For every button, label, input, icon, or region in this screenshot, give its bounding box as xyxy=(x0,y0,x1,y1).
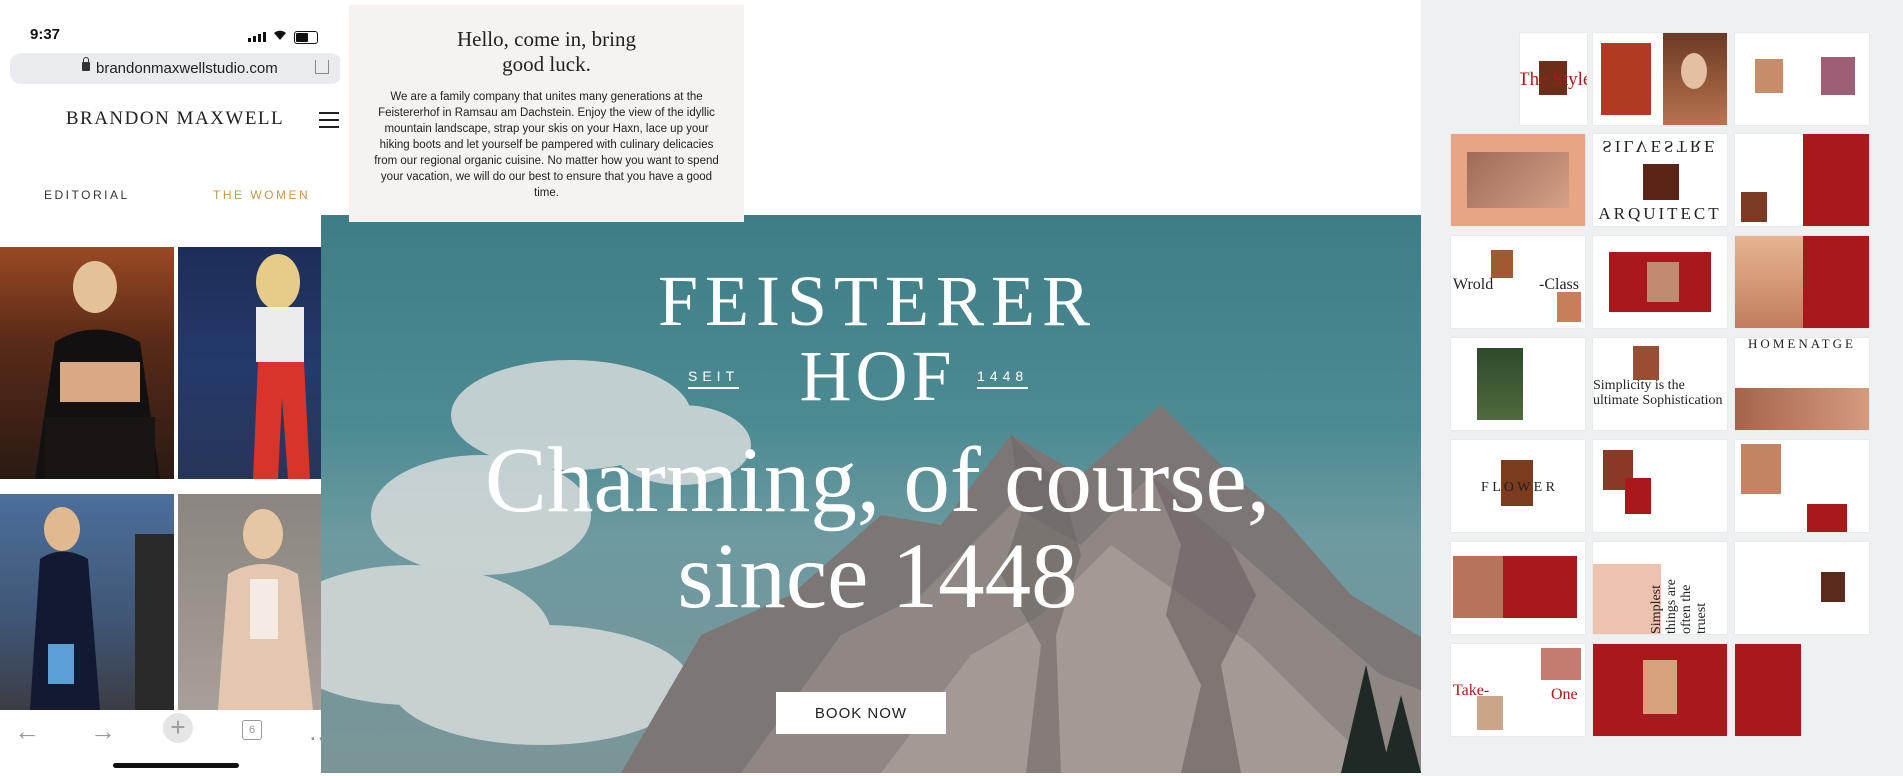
forward-icon[interactable]: → xyxy=(90,716,116,747)
spread-red-full[interactable] xyxy=(1593,644,1727,736)
new-tab-icon[interactable]: + xyxy=(163,713,193,743)
spread-simplest[interactable]: Simplest things are often the truest xyxy=(1593,542,1727,634)
spread-world-class[interactable]: Wrold -Class xyxy=(1451,236,1585,328)
status-time: 9:37 xyxy=(30,26,61,43)
spread-red-cover[interactable] xyxy=(1735,644,1801,736)
address-bar[interactable]: brandonmaxwellstudio.com xyxy=(10,53,340,84)
hero-headline: Charming, of course, since 1448 xyxy=(484,429,1271,628)
spread-red-side[interactable] xyxy=(1735,134,1869,226)
battery-icon xyxy=(294,30,318,44)
signal-icon xyxy=(248,32,266,42)
spread-homenatge-2[interactable]: HOMENATGE xyxy=(1735,338,1869,430)
welcome-heading: Hello, come in, bring good luck. xyxy=(456,27,637,76)
browser-toolbar: ← → + 6 … xyxy=(0,710,340,750)
brand-logo-line1: FEISTERER xyxy=(657,261,1098,341)
url-text: brandonmaxwellstudio.com xyxy=(96,60,278,77)
spread-red-duo[interactable] xyxy=(1593,236,1727,328)
spread-homenatge[interactable] xyxy=(1735,236,1869,328)
spread-silvestre[interactable]: SILVESTRE ARQUITECT xyxy=(1593,134,1727,226)
home-indicator xyxy=(113,763,239,768)
photo-tile-1[interactable] xyxy=(0,247,174,479)
welcome-text: We are a family company that unites many… xyxy=(374,91,719,199)
tab-editorial[interactable]: EDITORIAL xyxy=(44,188,130,202)
site-logo[interactable]: BRANDON MAXWELL xyxy=(0,108,340,130)
photo-tile-2[interactable] xyxy=(178,247,340,479)
spread-face-red[interactable] xyxy=(1451,542,1585,634)
spread-take-one[interactable]: Take- One xyxy=(1451,644,1585,736)
spread-face[interactable] xyxy=(1735,33,1869,125)
menu-icon[interactable] xyxy=(319,112,339,128)
magazine-layout-grid: The Style SILVESTRE ARQUITECT Wrold -Cla… xyxy=(1421,0,1903,776)
spread-flower[interactable]: F L O W E R xyxy=(1451,440,1585,532)
spread-red-blocks[interactable] xyxy=(1593,440,1727,532)
year-label: 1448 xyxy=(977,368,1029,389)
lock-icon xyxy=(82,57,90,71)
hero-banner: FEISTERER SEIT HOF 1448 Charming, of cou… xyxy=(321,215,1434,773)
wifi-icon xyxy=(272,28,288,46)
spread-runner[interactable] xyxy=(1451,338,1585,430)
spread-peach[interactable] xyxy=(1451,134,1585,226)
photo-tile-4[interactable] xyxy=(178,494,340,710)
spread-simplicity[interactable]: Simplicity is the ultimate Sophisticatio… xyxy=(1593,338,1727,430)
share-icon[interactable] xyxy=(315,60,329,74)
status-bar: 9:37 xyxy=(0,0,340,46)
spread-the-style[interactable]: The Style xyxy=(1520,33,1587,125)
spread-red-corner[interactable] xyxy=(1735,440,1869,532)
photo-tile-3[interactable] xyxy=(0,494,174,710)
mobile-browser-screen: 9:37 brandonmaxwellstudio.com BRANDON MA… xyxy=(0,0,340,776)
brand-logo-line2: HOF xyxy=(799,336,956,416)
spread-portrait[interactable] xyxy=(1593,33,1727,125)
tab-the-women[interactable]: THE WOMEN xyxy=(213,188,310,202)
book-now-button[interactable]: BOOK NOW xyxy=(776,692,946,734)
welcome-card: Hello, come in, bring good luck. We are … xyxy=(349,5,744,222)
tabs-count-icon[interactable]: 6 xyxy=(242,720,262,740)
back-icon[interactable]: ← xyxy=(14,716,40,747)
spread-portrait-2[interactable] xyxy=(1735,542,1869,634)
